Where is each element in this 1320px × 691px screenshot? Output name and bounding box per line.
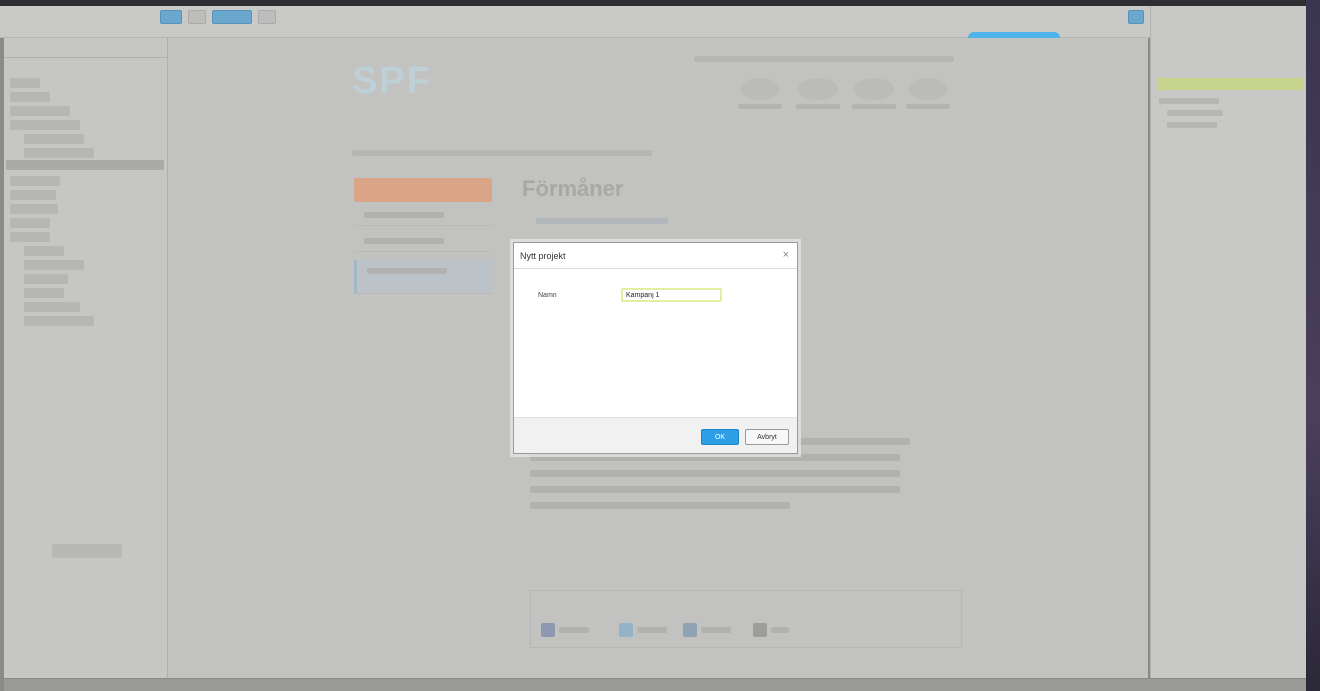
- dialog-title: Nytt projekt: [520, 251, 566, 261]
- share-label: [701, 627, 731, 633]
- tree-tabs: [4, 38, 167, 58]
- tree-item[interactable]: [10, 176, 60, 186]
- side-menu-item[interactable]: [354, 230, 492, 252]
- right-panel: [1150, 6, 1306, 678]
- page-tree-panel: [4, 38, 168, 678]
- toolbar-button[interactable]: [160, 10, 182, 24]
- site-top-links: [694, 56, 954, 62]
- quick-link-label: [852, 104, 896, 109]
- panel-item[interactable]: [1167, 122, 1217, 128]
- tree-item[interactable]: [10, 92, 50, 102]
- body-text-line: [530, 486, 900, 493]
- toolbar-button[interactable]: [188, 10, 206, 24]
- panel-item[interactable]: [1159, 98, 1219, 104]
- quick-link-icon[interactable]: [908, 78, 948, 100]
- dialog-footer: OK Avbryt: [514, 417, 797, 453]
- site-breadcrumb: [352, 150, 652, 156]
- cms-toolbar: [0, 6, 1306, 44]
- side-menu-item[interactable]: [354, 204, 492, 226]
- tree-item[interactable]: [10, 120, 80, 130]
- tree-item[interactable]: [10, 106, 70, 116]
- tree-item[interactable]: [10, 218, 50, 228]
- side-menu-item-active[interactable]: [354, 260, 492, 294]
- toolbar-button[interactable]: [1128, 10, 1144, 24]
- quick-link-label: [906, 104, 950, 109]
- quick-link-icon[interactable]: [740, 78, 780, 100]
- tree-item[interactable]: [24, 274, 68, 284]
- desktop-edge: [1306, 0, 1320, 691]
- panel-item[interactable]: [1167, 110, 1223, 116]
- tree-item[interactable]: [24, 148, 94, 158]
- tree-item[interactable]: [10, 78, 40, 88]
- close-icon[interactable]: ×: [783, 249, 789, 261]
- share-box: [530, 590, 962, 648]
- body-text-line: [530, 502, 790, 509]
- body-text-line: [530, 470, 900, 477]
- tree-item[interactable]: [24, 288, 64, 298]
- quick-link-icon[interactable]: [798, 78, 838, 100]
- toolbar-button[interactable]: [212, 10, 252, 24]
- quick-link-label: [738, 104, 782, 109]
- tree-item[interactable]: [24, 260, 84, 270]
- tree-item[interactable]: [10, 204, 58, 214]
- email-icon[interactable]: [753, 623, 767, 637]
- name-input[interactable]: [621, 288, 722, 302]
- linkedin-icon[interactable]: [683, 623, 697, 637]
- tree-item[interactable]: [24, 134, 84, 144]
- dialog-header: Nytt projekt ×: [514, 243, 797, 269]
- tree-item[interactable]: [24, 302, 80, 312]
- site-logo: SPF: [352, 60, 432, 102]
- share-label: [559, 627, 589, 633]
- tree-item[interactable]: [24, 246, 64, 256]
- facebook-icon[interactable]: [541, 623, 555, 637]
- tree-item[interactable]: [10, 190, 56, 200]
- cancel-button[interactable]: Avbryt: [745, 429, 789, 445]
- twitter-icon[interactable]: [619, 623, 633, 637]
- body-text-line: [530, 454, 900, 461]
- quick-link-label: [796, 104, 840, 109]
- page-meta: [536, 218, 668, 224]
- name-label: Namn: [538, 292, 557, 299]
- share-label: [637, 627, 667, 633]
- left-panel-button[interactable]: [52, 544, 122, 558]
- toolbar-button[interactable]: [258, 10, 276, 24]
- page-heading: Förmåner: [522, 176, 624, 201]
- status-bar: [4, 678, 1306, 691]
- side-menu-header[interactable]: [354, 178, 492, 202]
- tree-item-selected[interactable]: [6, 160, 164, 170]
- ok-button[interactable]: OK: [701, 429, 739, 445]
- panel-selected-item[interactable]: [1157, 78, 1303, 90]
- tree-item[interactable]: [10, 232, 50, 242]
- tree-item[interactable]: [24, 316, 94, 326]
- quick-link-icon[interactable]: [854, 78, 894, 100]
- new-project-dialog: Nytt projekt × Namn OK Avbryt: [513, 242, 798, 454]
- share-label: [771, 627, 789, 633]
